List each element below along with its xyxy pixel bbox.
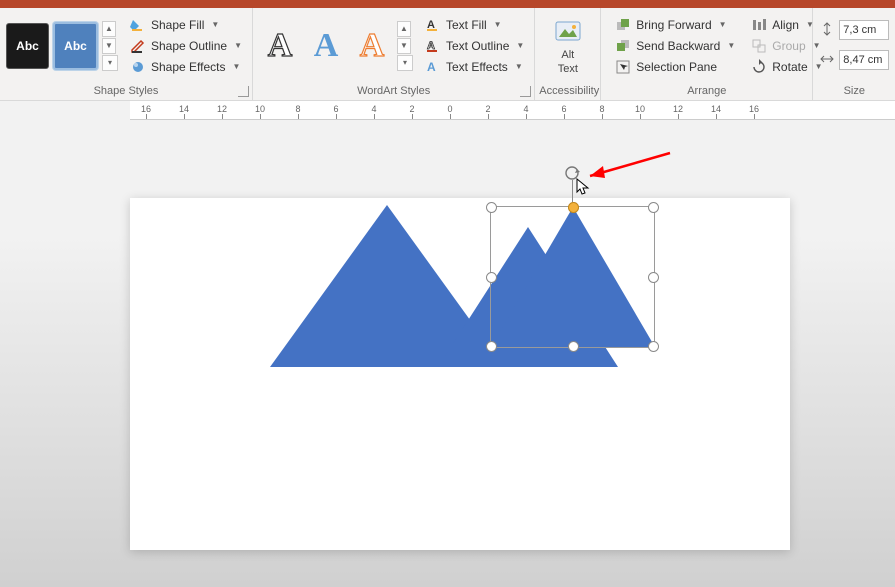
- selection-pane-icon: [615, 59, 631, 75]
- text-effects-button[interactable]: A Text Effects▼: [421, 58, 528, 76]
- send-backward-button[interactable]: Send Backward▼: [611, 37, 739, 55]
- group-wordart-styles: A A A ▲ ▼ ▾ A Text Fill▼ A Text Outline▼…: [253, 8, 535, 100]
- rotate-icon: [751, 59, 767, 75]
- chevron-down-icon[interactable]: ▼: [397, 38, 411, 54]
- shape-outline-button[interactable]: Shape Outline▼: [126, 37, 246, 55]
- shape-style-preset-2[interactable]: Abc: [53, 22, 98, 70]
- shape-effects-button[interactable]: Shape Effects▼: [126, 58, 246, 76]
- text-outline-icon: A: [425, 38, 441, 54]
- shape-style-preset-1[interactable]: Abc: [6, 23, 49, 69]
- shape-outline-label: Shape Outline: [151, 39, 227, 53]
- group-accessibility: Alt Text Accessibility: [535, 8, 601, 100]
- selection-pane-label: Selection Pane: [636, 60, 717, 74]
- text-outline-label: Text Outline: [446, 39, 509, 53]
- resize-handle-s[interactable]: [568, 341, 579, 352]
- bring-forward-button[interactable]: Bring Forward▼: [611, 16, 739, 34]
- slide-canvas[interactable]: [130, 198, 790, 550]
- resize-handle-nw[interactable]: [486, 202, 497, 213]
- height-value[interactable]: 7,3 cm: [839, 20, 889, 40]
- resize-handle-e[interactable]: [648, 272, 659, 283]
- group-arrange: Bring Forward▼ Send Backward▼ Selection …: [601, 8, 813, 100]
- dialog-launcher-icon[interactable]: [238, 86, 249, 97]
- group-label-size: Size: [813, 83, 895, 100]
- group-label: Group: [772, 39, 805, 53]
- alt-text-button[interactable]: Alt Text: [545, 15, 591, 77]
- wordart-preset-3[interactable]: A: [351, 27, 393, 65]
- width-field[interactable]: 8,47 cm: [819, 48, 889, 72]
- height-icon: [819, 21, 835, 40]
- send-backward-icon: [615, 38, 631, 54]
- bring-forward-icon: [615, 17, 631, 33]
- shape-effects-label: Shape Effects: [151, 60, 226, 74]
- wordart-preset-1[interactable]: A: [259, 27, 301, 65]
- text-outline-button[interactable]: A Text Outline▼: [421, 37, 528, 55]
- wordart-gallery-scroll[interactable]: ▲ ▼ ▾: [397, 21, 413, 71]
- align-icon: [751, 17, 767, 33]
- selection-pane-button[interactable]: Selection Pane: [611, 58, 739, 76]
- text-effects-label: Text Effects: [446, 60, 508, 74]
- resize-handle-w[interactable]: [486, 272, 497, 283]
- group-label-accessibility: Accessibility: [535, 83, 600, 100]
- annotation-arrow: [575, 148, 675, 188]
- rotate-label: Rotate: [772, 60, 807, 74]
- dialog-launcher-icon[interactable]: [520, 86, 531, 97]
- shape-style-gallery-scroll[interactable]: ▲ ▼ ▾: [102, 21, 118, 71]
- text-fill-icon: A: [425, 17, 441, 33]
- gallery-more-icon[interactable]: ▾: [102, 55, 118, 71]
- shape-fill-label: Shape Fill: [151, 18, 204, 32]
- mouse-cursor-icon: [576, 178, 590, 196]
- height-field[interactable]: 7,3 cm: [819, 18, 889, 42]
- group-shape-styles: Abc Abc ▲ ▼ ▾ Shape Fill▼ Shape: [0, 8, 253, 100]
- shape-fill-button[interactable]: Shape Fill▼: [126, 16, 246, 34]
- ribbon: Abc Abc ▲ ▼ ▾ Shape Fill▼ Shape: [0, 8, 895, 101]
- width-value[interactable]: 8,47 cm: [839, 50, 889, 70]
- text-fill-button[interactable]: A Text Fill▼: [421, 16, 528, 34]
- alt-text-label-1: Alt: [561, 49, 574, 61]
- text-effects-icon: A: [425, 59, 441, 75]
- send-backward-label: Send Backward: [636, 39, 720, 53]
- alt-text-icon: [553, 17, 583, 47]
- chevron-down-icon[interactable]: ▼: [102, 38, 116, 54]
- group-label-wordart: WordArt Styles: [253, 83, 534, 100]
- wordart-preset-2[interactable]: A: [305, 27, 347, 65]
- bring-forward-label: Bring Forward: [636, 18, 711, 32]
- chevron-up-icon[interactable]: ▲: [102, 21, 116, 37]
- rotation-stem: [572, 180, 573, 202]
- svg-text:A: A: [427, 60, 436, 74]
- resize-handle-se[interactable]: [648, 341, 659, 352]
- horizontal-ruler[interactable]: 1614121086420246810121416: [130, 101, 895, 120]
- resize-handle-ne[interactable]: [648, 202, 659, 213]
- resize-handle-sw[interactable]: [486, 341, 497, 352]
- group-label-shape-styles: Shape Styles: [0, 83, 252, 100]
- adjust-handle[interactable]: [568, 202, 579, 213]
- chevron-up-icon[interactable]: ▲: [397, 21, 411, 37]
- gallery-more-icon[interactable]: ▾: [397, 55, 413, 71]
- group-size: 7,3 cm 8,47 cm Size: [813, 8, 895, 100]
- width-icon: [819, 51, 835, 70]
- selection-box[interactable]: [490, 206, 655, 348]
- bucket-fill-icon: [130, 17, 146, 33]
- group-label-arrange: Arrange: [601, 83, 812, 100]
- triangle-shape-3-selected[interactable]: [491, 207, 655, 347]
- shape-effects-icon: [130, 59, 146, 75]
- alt-text-label-2: Text: [558, 63, 578, 75]
- pen-outline-icon: [130, 38, 146, 54]
- align-label: Align: [772, 18, 799, 32]
- text-fill-label: Text Fill: [446, 18, 487, 32]
- group-icon: [751, 38, 767, 54]
